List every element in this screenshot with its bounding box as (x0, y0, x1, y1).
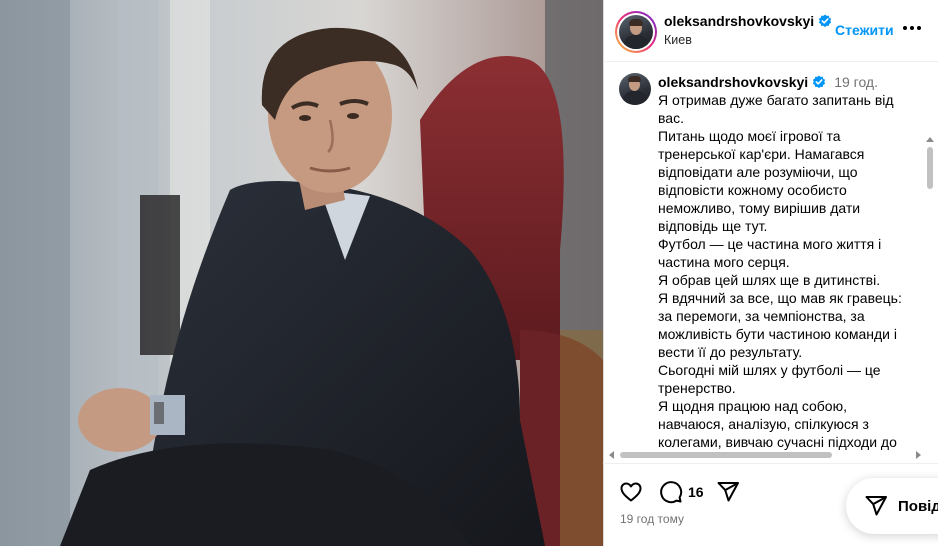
avatar-frame (617, 13, 655, 51)
share-button[interactable] (714, 478, 742, 506)
caption-paragraph: Я обрав цей шлях ще в дитинстві. (658, 272, 881, 288)
header-username[interactable]: oleksandrshovkovskyi (664, 13, 814, 29)
caption-paragraph: Питань щодо моєї ігрової та тренерської … (658, 128, 865, 234)
more-horizontal-icon[interactable] (901, 18, 923, 38)
avatar-hair (629, 19, 643, 26)
caption-body: oleksandrshovkovskyi 19 год. Я отримав д… (658, 74, 903, 451)
header-text: oleksandrshovkovskyi Киев (664, 13, 832, 47)
vertical-scrollbar[interactable] (926, 137, 934, 463)
share-popup-label: Повід (898, 497, 938, 515)
caption-paragraph: Сьогодні мій шлях у футболі — це тренерс… (658, 362, 881, 396)
share-popup-button[interactable]: Повід (846, 478, 938, 534)
comment-count: 16 (688, 484, 704, 500)
story-avatar[interactable] (615, 11, 657, 53)
scroll-up-arrow-icon[interactable] (926, 137, 934, 142)
verified-badge-icon (819, 14, 832, 28)
caption-header: oleksandrshovkovskyi 19 год. (658, 74, 903, 90)
post-timestamp[interactable]: 19 год тому (620, 512, 684, 526)
caption-paragraph: Я отримав дуже багато запитань від вас. (658, 92, 894, 126)
avatar-suit (624, 35, 648, 49)
scroll-left-arrow-icon[interactable] (609, 451, 614, 459)
coach-photo-illustration (0, 0, 603, 546)
comment-button[interactable] (657, 478, 685, 506)
send-icon (717, 482, 739, 502)
heart-icon (620, 482, 642, 502)
horizontal-scrollbar[interactable] (609, 451, 921, 459)
avatar-suit (623, 91, 647, 105)
avatar (619, 15, 653, 49)
location-link[interactable]: Киев (664, 33, 832, 47)
caption-paragraph: Я щодня працюю над собою, навчаюся, анал… (658, 398, 897, 450)
send-icon (865, 496, 887, 516)
like-button[interactable] (617, 478, 645, 506)
scrollbar-thumb[interactable] (927, 147, 933, 189)
caption-scroll-area[interactable]: oleksandrshovkovskyi 19 год. Я отримав д… (603, 63, 938, 463)
comment-icon (660, 481, 683, 504)
caption-paragraph: Я вдячний за все, що мав як гравець: за … (658, 290, 902, 360)
caption-text: Я отримав дуже багато запитань від вас. … (658, 91, 903, 451)
verified-badge-icon (813, 75, 826, 89)
scroll-right-arrow-icon[interactable] (916, 451, 921, 459)
header-username-row: oleksandrshovkovskyi (664, 13, 832, 29)
caption-timestamp[interactable]: 19 год. (834, 74, 878, 90)
post-sidebar: oleksandrshovkovskyi Киев Стежити oleksa… (603, 0, 938, 546)
post-photo[interactable] (0, 0, 603, 546)
caption-paragraph: Футбол — це частина мого життя і частина… (658, 236, 882, 270)
follow-button[interactable]: Стежити (835, 22, 894, 38)
post-header: oleksandrshovkovskyi Киев Стежити (603, 0, 938, 62)
action-row: 16 (617, 478, 742, 506)
avatar-hair (628, 76, 641, 82)
caption-avatar[interactable] (619, 73, 651, 105)
caption-username[interactable]: oleksandrshovkovskyi (658, 74, 808, 90)
scrollbar-thumb[interactable] (620, 452, 832, 458)
